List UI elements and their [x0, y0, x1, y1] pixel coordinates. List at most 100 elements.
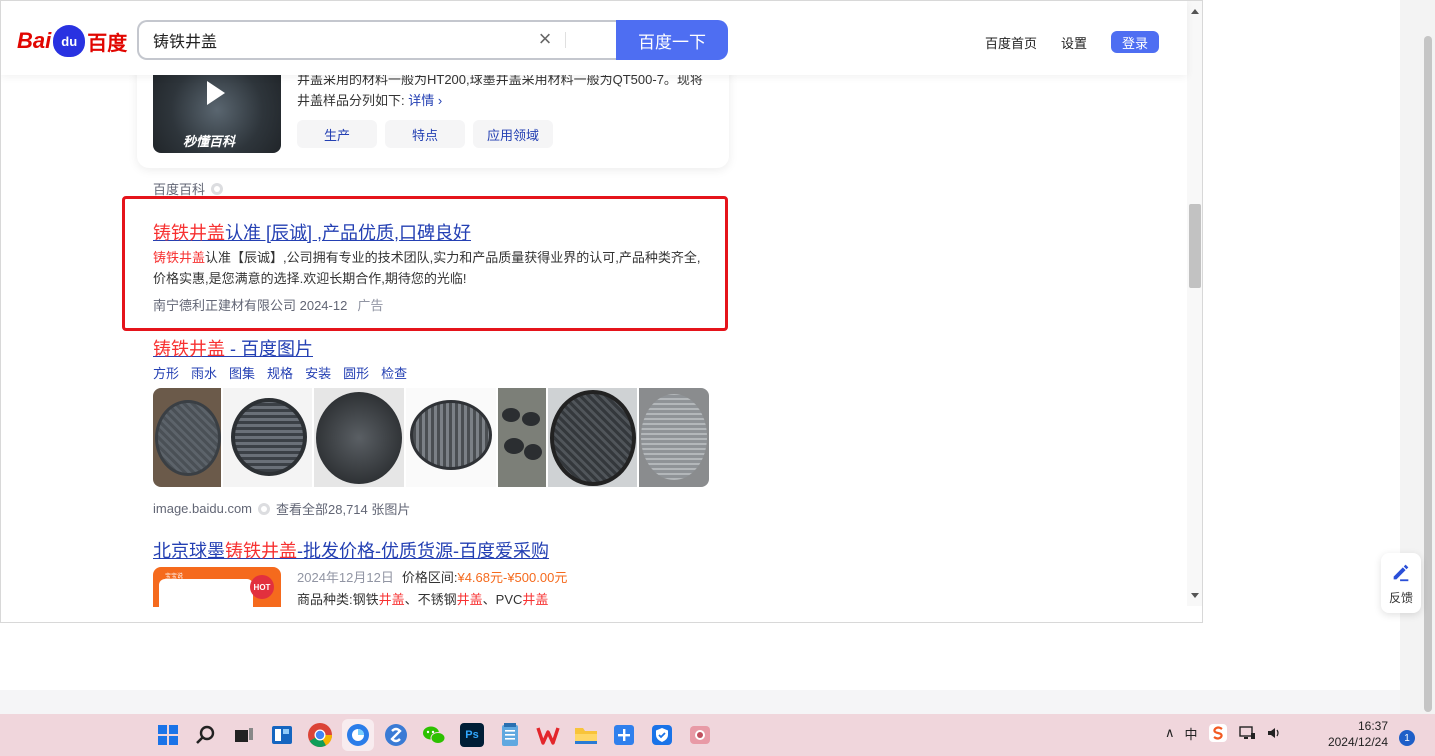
- chevron-up-icon[interactable]: ∧: [1165, 725, 1175, 741]
- browser-glyph-icon: [347, 724, 369, 746]
- shop-title-post: -批发价格-优质货源-百度爱采购: [297, 541, 549, 561]
- shop-title-keyword: 铸铁井盖: [225, 541, 297, 561]
- shop-thumbnail[interactable]: 宝宝说 HOT: [153, 567, 281, 607]
- baike-tag-features[interactable]: 特点: [385, 120, 465, 148]
- ad-result-title[interactable]: 铸铁井盖认准 [辰诚] ,产品优质,口碑良好: [153, 219, 471, 245]
- shop-thumb-inner: [159, 579, 253, 607]
- widgets-glyph-icon: [272, 726, 292, 744]
- shield-check-icon: [652, 725, 672, 745]
- image-tag-spec[interactable]: 规格: [267, 363, 293, 382]
- image-filter-tags: 方形 雨水 图集 规格 安装 圆形 检查: [153, 363, 407, 382]
- notepad-icon[interactable]: [494, 719, 526, 751]
- image-result-title[interactable]: 铸铁井盖 - 百度图片: [153, 335, 313, 361]
- sogou-ime-icon[interactable]: [1208, 723, 1228, 743]
- image-view-all-link[interactable]: 查看全部28,714 张图片: [276, 499, 410, 518]
- feedback-button[interactable]: 反馈: [1381, 553, 1421, 613]
- close-icon[interactable]: ×: [535, 28, 555, 52]
- image-thumbnail-strip: [153, 388, 709, 487]
- baike-tag-production[interactable]: 生产: [297, 120, 377, 148]
- wechat-icon[interactable]: [418, 719, 450, 751]
- image-thumbnail[interactable]: [639, 388, 709, 487]
- baike-text-line2: 井盖样品分列如下: 详情 ›: [297, 90, 717, 111]
- image-tag-inspection[interactable]: 检查: [381, 363, 407, 382]
- ime-indicator[interactable]: 中: [1185, 724, 1198, 743]
- sogou-browser-icon[interactable]: [380, 719, 412, 751]
- browser-viewport: 秒懂百科 井盖采用的材料一般为HT200,球墨井盖采用材料一般为QT500-7。…: [0, 0, 1203, 623]
- scroll-up-icon[interactable]: [1191, 9, 1199, 14]
- ad-result-source: 南宁德利正建材有限公司 2024-12 广告: [153, 295, 383, 314]
- outer-scrollbar-thumb[interactable]: [1424, 36, 1432, 712]
- search-divider: [565, 32, 566, 48]
- ad-title-keyword: 铸铁井盖: [153, 223, 225, 243]
- file-explorer-icon[interactable]: [570, 719, 602, 751]
- baike-text-line2-text: 井盖样品分列如下:: [297, 93, 405, 108]
- image-thumbnail[interactable]: [153, 388, 221, 487]
- image-tag-round[interactable]: 圆形: [343, 363, 369, 382]
- settings-link[interactable]: 设置: [1061, 33, 1087, 52]
- source-info-icon[interactable]: [258, 502, 270, 515]
- baike-tag-applications[interactable]: 应用领域: [473, 120, 554, 148]
- source-info-icon[interactable]: [211, 182, 224, 195]
- page-scrollbar[interactable]: [1187, 1, 1202, 606]
- search-button[interactable]: 百度一下: [616, 20, 728, 60]
- shop-cat-mid-2: 、PVC: [482, 592, 523, 607]
- image-tag-gallery[interactable]: 图集: [229, 363, 255, 382]
- image-tag-rain[interactable]: 雨水: [191, 363, 217, 382]
- image-thumbnail[interactable]: [547, 388, 638, 487]
- image-thumbnail[interactable]: [497, 388, 546, 487]
- notification-badge[interactable]: 1: [1399, 730, 1415, 746]
- shop-meta: 2024年12月12日 价格区间:¥4.68元-¥500.00元: [297, 567, 567, 586]
- camera-icon: [690, 726, 710, 744]
- baike-summary: 井盖采用的材料一般为HT200,球墨井盖采用材料一般为QT500-7。现将 井盖…: [297, 69, 717, 111]
- security-app-icon[interactable]: [646, 719, 678, 751]
- folder-icon: [575, 728, 597, 744]
- image-domain[interactable]: image.baidu.com: [153, 501, 252, 516]
- image-tag-square[interactable]: 方形: [153, 363, 179, 382]
- ad-result-description: 铸铁井盖认准【辰诚】,公司拥有专业的技术团队,实力和产品质量获得业界的认可,产品…: [153, 247, 713, 289]
- search-input[interactable]: [153, 28, 533, 52]
- task-view-glyph-icon: [235, 728, 253, 742]
- hot-badge: HOT: [250, 575, 274, 599]
- image-tag-install[interactable]: 安装: [305, 363, 331, 382]
- shop-cat-keyword-2: 井盖: [456, 592, 483, 607]
- clock-date: 2024/12/24: [1327, 735, 1388, 749]
- image-thumbnail[interactable]: [406, 388, 496, 487]
- shop-result-title[interactable]: 北京球墨铸铁井盖-批发价格-优质货源-百度爱采购: [153, 537, 549, 563]
- taskbar-clock[interactable]: 16:37 2024/12/24: [1326, 718, 1388, 750]
- task-view-icon[interactable]: [228, 719, 260, 751]
- taskbar-apps: Ps: [152, 719, 716, 751]
- ad-desc-keyword: 铸铁井盖: [153, 250, 206, 265]
- login-button[interactable]: 登录: [1111, 31, 1160, 53]
- baidu-home-link[interactable]: 百度首页: [985, 33, 1037, 52]
- baidu-logo[interactable]: Bai du 百度: [17, 21, 127, 61]
- image-thumbnail[interactable]: [314, 388, 405, 487]
- browser-active-icon[interactable]: [342, 719, 374, 751]
- search-icon[interactable]: [190, 719, 222, 751]
- baike-detail-link[interactable]: 详情 ›: [408, 93, 442, 108]
- pen-icon: [1393, 564, 1409, 582]
- chrome-icon[interactable]: [304, 719, 336, 751]
- photoshop-icon[interactable]: Ps: [456, 719, 488, 751]
- windows-logo-icon: [158, 725, 178, 745]
- volume-icon[interactable]: [1266, 725, 1282, 741]
- windows-start-icon[interactable]: [152, 719, 184, 751]
- play-icon[interactable]: [207, 81, 225, 105]
- logo-baidu-cn: 百度: [87, 32, 128, 55]
- ad-badge: 广告: [357, 298, 384, 313]
- baike-tags: 生产 特点 应用领域: [297, 120, 554, 148]
- video-watermark: 秒懂百科: [183, 134, 236, 149]
- scroll-down-icon[interactable]: [1191, 593, 1199, 598]
- ad-source-name: 南宁德利正建材有限公司 2024-12: [153, 298, 348, 313]
- scrollbar-thumb[interactable]: [1189, 204, 1201, 288]
- widgets-icon[interactable]: [266, 719, 298, 751]
- image-title-rest: - 百度图片: [225, 339, 313, 359]
- network-icon[interactable]: [1238, 725, 1256, 741]
- shop-categories: 商品种类:钢铁井盖、不锈钢井盖、PVC井盖: [297, 589, 548, 608]
- window-bottom-area: [0, 690, 1400, 714]
- photo-app-icon[interactable]: [684, 719, 716, 751]
- image-thumbnail[interactable]: [222, 388, 313, 487]
- shop-cat-label: 商品种类:钢铁: [297, 592, 379, 607]
- wps-icon[interactable]: [532, 719, 564, 751]
- app-plus-icon[interactable]: [608, 719, 640, 751]
- paw-icon: du: [53, 25, 86, 57]
